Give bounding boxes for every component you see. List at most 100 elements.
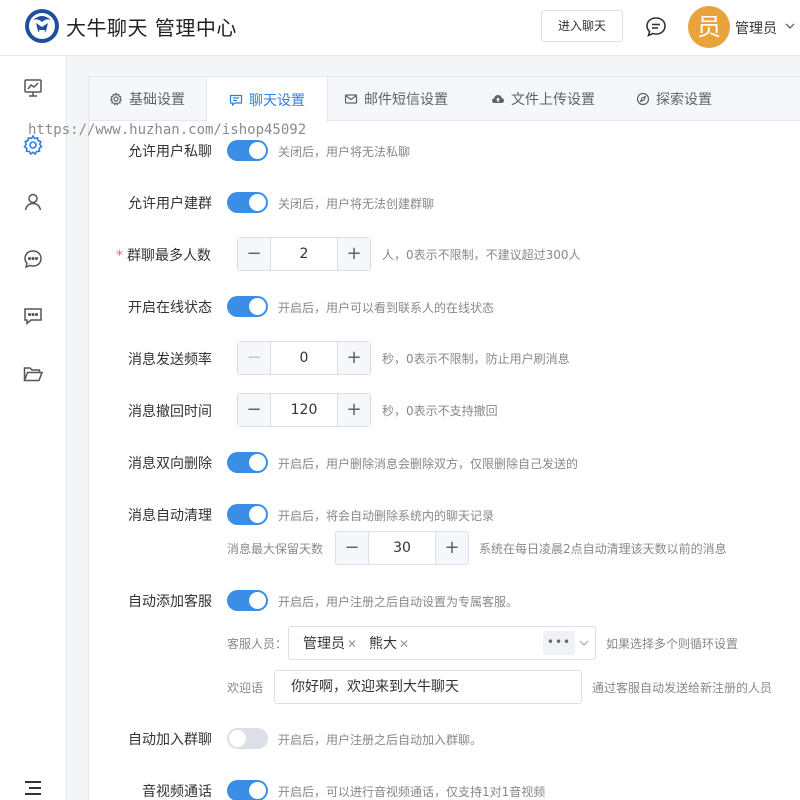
online-status-label: 开启在线状态 xyxy=(128,300,212,316)
create-group-label: 允许用户建群 xyxy=(128,196,212,212)
tab-label: 聊天设置 xyxy=(249,92,305,109)
chevron-down-icon[interactable] xyxy=(579,638,589,648)
sidebar xyxy=(0,56,67,800)
increment-button[interactable]: + xyxy=(337,342,370,374)
settings-tabs: 基础设置 聊天设置 邮件短信设置 文件上传设置 探索设置 xyxy=(89,77,800,122)
welcome-label: 欢迎语 xyxy=(227,681,264,695)
more-tags-button[interactable]: ••• xyxy=(543,631,575,655)
decrement-button[interactable]: − xyxy=(238,394,271,426)
staff-tag: 熊大 ✕ xyxy=(369,633,409,655)
two-way-delete-switch[interactable] xyxy=(227,452,268,473)
staff-tag-label: 管理员 xyxy=(303,636,345,652)
auto-service-hint: 开启后，用户注册之后自动设置为专属客服。 xyxy=(278,595,519,609)
watermark-url: https://www.huzhan.com/ishop45092 xyxy=(28,122,307,138)
keep-days-hint: 系统在每日凌晨2点自动清理该天数以前的消息 xyxy=(479,542,727,556)
av-call-hint: 开启后，可以进行音视频通话，仅支持1对1音视频 xyxy=(278,785,546,799)
online-status-hint: 开启后，用户可以看到联系人的在线状态 xyxy=(278,301,495,315)
sidebar-item-messages[interactable] xyxy=(21,304,45,328)
tab-file-upload-settings[interactable]: 文件上传设置 xyxy=(491,77,595,121)
tab-mail-sms-settings[interactable]: 邮件短信设置 xyxy=(344,77,448,121)
group-max-label-text: 群聊最多人数 xyxy=(127,248,211,264)
decrement-button[interactable]: − xyxy=(336,532,369,564)
create-group-hint: 关闭后，用户将无法创建群聊 xyxy=(278,197,435,211)
required-mark: * xyxy=(116,248,123,264)
send-rate-value[interactable]: 0 xyxy=(271,342,337,374)
sidebar-item-users[interactable] xyxy=(21,190,45,214)
decrement-button[interactable]: − xyxy=(238,238,271,270)
private-chat-hint: 关闭后，用户将无法私聊 xyxy=(278,145,411,159)
chat-bubble-icon xyxy=(24,250,42,269)
chevron-down-icon[interactable] xyxy=(785,21,795,31)
enter-chat-button[interactable]: 进入聊天 xyxy=(541,10,623,42)
av-call-label: 音视频通话 xyxy=(142,784,212,800)
increment-button[interactable]: + xyxy=(435,532,468,564)
group-max-value[interactable]: 2 xyxy=(271,238,337,270)
top-header: 大牛聊天 管理中心 进入聊天 员 管理员 xyxy=(0,0,800,56)
group-max-stepper: − 2 + xyxy=(237,237,371,271)
auto-join-group-hint: 开启后，用户注册之后自动加入群聊。 xyxy=(278,733,483,747)
tab-label: 邮件短信设置 xyxy=(364,92,448,108)
private-chat-switch[interactable] xyxy=(227,140,268,161)
auto-clean-hint: 开启后，将会自动删除系统内的聊天记录 xyxy=(278,509,495,523)
sidebar-item-files[interactable] xyxy=(21,362,45,386)
staff-select[interactable]: 管理员 ✕ 熊大 ✕ ••• xyxy=(288,626,596,660)
private-chat-label: 允许用户私聊 xyxy=(128,144,212,160)
sidebar-item-chats[interactable] xyxy=(21,247,45,271)
cloud-upload-icon xyxy=(492,95,504,103)
group-max-label: * 群聊最多人数 xyxy=(116,245,211,265)
keep-days-label: 消息最大保留天数 xyxy=(227,542,324,556)
menu-collapse-icon[interactable] xyxy=(25,781,41,795)
tab-label: 文件上传设置 xyxy=(511,92,595,108)
presentation-chart-icon xyxy=(24,79,42,97)
gear-icon xyxy=(109,92,123,106)
sidebar-item-dashboard[interactable] xyxy=(21,76,45,100)
recall-time-value[interactable]: 120 xyxy=(271,394,337,426)
auto-clean-switch[interactable] xyxy=(227,504,268,525)
staff-tag-label: 熊大 xyxy=(369,636,397,652)
auto-join-group-switch[interactable] xyxy=(227,728,268,749)
tab-basic-settings[interactable]: 基础设置 xyxy=(109,77,185,121)
app-logo xyxy=(25,9,59,43)
staff-label: 客服人员： xyxy=(227,637,288,651)
keep-days-value[interactable]: 30 xyxy=(369,532,435,564)
app-title: 大牛聊天 管理中心 xyxy=(66,16,237,40)
recall-time-label: 消息撤回时间 xyxy=(128,404,212,420)
user-icon xyxy=(24,193,42,211)
auto-join-group-label: 自动加入群聊 xyxy=(128,732,212,748)
close-icon[interactable]: ✕ xyxy=(399,637,409,651)
user-name[interactable]: 管理员 xyxy=(735,18,777,38)
av-call-switch[interactable] xyxy=(227,780,268,800)
recall-time-stepper: − 120 + xyxy=(237,393,371,427)
staff-tag: 管理员 ✕ xyxy=(303,633,357,655)
decrement-button[interactable]: − xyxy=(238,342,271,374)
compass-icon xyxy=(636,92,650,106)
online-status-switch[interactable] xyxy=(227,296,268,317)
create-group-switch[interactable] xyxy=(227,192,268,213)
increment-button[interactable]: + xyxy=(337,394,370,426)
send-rate-label: 消息发送频率 xyxy=(128,352,212,368)
mail-icon xyxy=(344,94,358,104)
send-rate-hint: 秒，0表示不限制，防止用户刷消息 xyxy=(382,352,570,366)
auto-service-label: 自动添加客服 xyxy=(128,594,212,610)
keep-days-stepper: − 30 + xyxy=(335,531,469,565)
tab-label: 探索设置 xyxy=(656,92,712,108)
message-square-icon xyxy=(24,308,42,326)
avatar[interactable]: 员 xyxy=(688,6,730,48)
welcome-hint: 通过客服自动发送给新注册的人员 xyxy=(592,681,773,695)
staff-hint: 如果选择多个则循环设置 xyxy=(606,637,739,651)
two-way-delete-hint: 开启后，用户删除消息会删除双方，仅限删除自己发送的 xyxy=(278,457,579,471)
chat-icon[interactable] xyxy=(644,15,668,39)
folder-open-icon xyxy=(23,367,44,382)
auto-clean-label: 消息自动清理 xyxy=(128,508,212,524)
close-icon[interactable]: ✕ xyxy=(347,637,357,651)
group-max-hint: 人，0表示不限制，不建议超过300人 xyxy=(382,248,581,262)
message-icon xyxy=(229,94,243,106)
send-rate-stepper: − 0 + xyxy=(237,341,371,375)
increment-button[interactable]: + xyxy=(337,238,370,270)
tab-label: 基础设置 xyxy=(129,92,185,108)
welcome-input[interactable]: 你好啊，欢迎来到大牛聊天 xyxy=(274,670,582,704)
auto-service-switch[interactable] xyxy=(227,590,268,611)
tab-chat-settings[interactable]: 聊天设置 xyxy=(206,77,328,122)
recall-time-hint: 秒，0表示不支持撤回 xyxy=(382,404,498,418)
tab-explore-settings[interactable]: 探索设置 xyxy=(636,77,712,121)
